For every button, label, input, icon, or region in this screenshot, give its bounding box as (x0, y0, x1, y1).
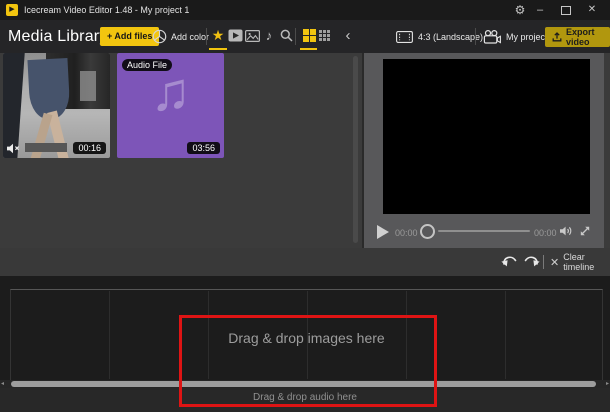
my-projects-button[interactable]: My projects (483, 20, 552, 53)
aspect-ratio-label: 4:3 (Landscape) (418, 31, 484, 42)
timeline-horizontal-scrollbar[interactable]: ◂ ▸ (0, 380, 610, 388)
search-button[interactable] (279, 20, 294, 51)
images-tab[interactable] (244, 20, 261, 51)
elapsed-time: 00:00 (395, 228, 418, 238)
add-color-button[interactable]: Add color (152, 26, 209, 47)
large-grid-icon (302, 29, 316, 42)
favorites-star-tab[interactable]: ★ (209, 20, 227, 51)
undo-button[interactable] (501, 254, 518, 270)
seek-slider-track[interactable] (438, 230, 530, 232)
timeline-actions-bar: ✕ Clear timeline (0, 248, 610, 276)
video-media-item[interactable]: 00:16 (3, 53, 110, 158)
search-icon (280, 29, 293, 42)
redo-icon (523, 254, 540, 270)
small-grid-view-button[interactable] (318, 20, 331, 51)
window-title: Icecream Video Editor 1.48 - My project … (24, 5, 190, 15)
close-button[interactable]: ✕ (584, 0, 600, 20)
redo-button[interactable] (523, 254, 540, 270)
movie-camera-icon (483, 29, 501, 44)
video-preview-screen (383, 59, 590, 214)
scrollbar-thumb[interactable] (11, 381, 596, 387)
toolbar-separator (475, 28, 476, 45)
minimize-button[interactable]: – (532, 0, 548, 20)
media-library-heading: Media Library (8, 28, 108, 45)
main-toolbar: Media Library + Add files Add color ★ ♪ … (0, 20, 610, 53)
aspect-ratio-selector[interactable]: 4:3 (Landscape) (396, 20, 483, 53)
toolbar-separator (295, 28, 296, 45)
muted-speaker-icon (6, 143, 21, 154)
clear-x-icon: ✕ (550, 256, 560, 269)
timeline-area: Drag & drop images here ◂ ▸ Drag & drop … (0, 276, 610, 412)
play-button[interactable] (377, 225, 389, 239)
undo-icon (501, 254, 518, 270)
small-grid-icon (319, 30, 330, 41)
active-view-underline (300, 48, 317, 50)
videos-tab[interactable] (227, 20, 244, 51)
total-time: 00:00 (534, 228, 557, 238)
frame-icon (396, 30, 413, 43)
media-library-panel: 00:16 Audio File ♫ 03:56 (0, 53, 362, 248)
fullscreen-button[interactable] (579, 225, 591, 237)
export-video-label: Export video (566, 27, 595, 47)
upload-icon (552, 32, 562, 42)
fullscreen-arrows-icon (579, 225, 591, 237)
settings-gear-icon[interactable]: ⚙ (510, 0, 530, 20)
active-tab-underline (209, 48, 227, 50)
toolbar-separator (206, 28, 207, 45)
clear-timeline-button[interactable]: ✕ Clear timeline (550, 248, 610, 276)
add-color-label: Add color (171, 31, 210, 42)
export-video-button[interactable]: Export video (545, 27, 610, 47)
speaker-icon (559, 225, 574, 237)
app-window: ▶ Icecream Video Editor 1.48 - My projec… (0, 0, 610, 412)
color-wheel-icon (152, 29, 167, 44)
large-grid-view-button[interactable] (302, 20, 316, 51)
clear-timeline-label: Clear timeline (563, 252, 595, 272)
image-icon (245, 29, 260, 42)
preview-panel: 00:00 00:00 (364, 53, 604, 248)
add-files-button[interactable]: + Add files (100, 27, 160, 46)
drag-drop-images-hint: Drag & drop images here (228, 330, 385, 346)
film-icon (228, 29, 243, 42)
maximize-button[interactable] (558, 0, 574, 20)
drag-drop-audio-hint: Drag & drop audio here (253, 392, 357, 403)
audio-drop-track[interactable]: Drag & drop audio here (0, 388, 610, 412)
actions-separator (543, 255, 544, 269)
audio-media-item[interactable]: Audio File ♫ 03:56 (117, 53, 224, 158)
video-duration-badge: 00:16 (73, 142, 106, 154)
music-note-icon: ♫ (150, 62, 191, 122)
audio-tab[interactable]: ♪ (261, 20, 277, 51)
collapse-panel-chevron[interactable]: ‹ (340, 20, 356, 51)
media-vertical-scrollbar[interactable] (353, 56, 358, 243)
volume-button[interactable] (559, 225, 574, 237)
seek-slider-handle[interactable] (420, 224, 435, 239)
window-edge (604, 53, 610, 248)
titlebar: ▶ Icecream Video Editor 1.48 - My projec… (0, 0, 610, 20)
scroll-left-arrow-icon[interactable]: ◂ (1, 380, 4, 388)
audio-duration-badge: 03:56 (187, 142, 220, 154)
app-logo-icon: ▶ (6, 4, 18, 16)
scroll-right-arrow-icon[interactable]: ▸ (606, 380, 609, 388)
